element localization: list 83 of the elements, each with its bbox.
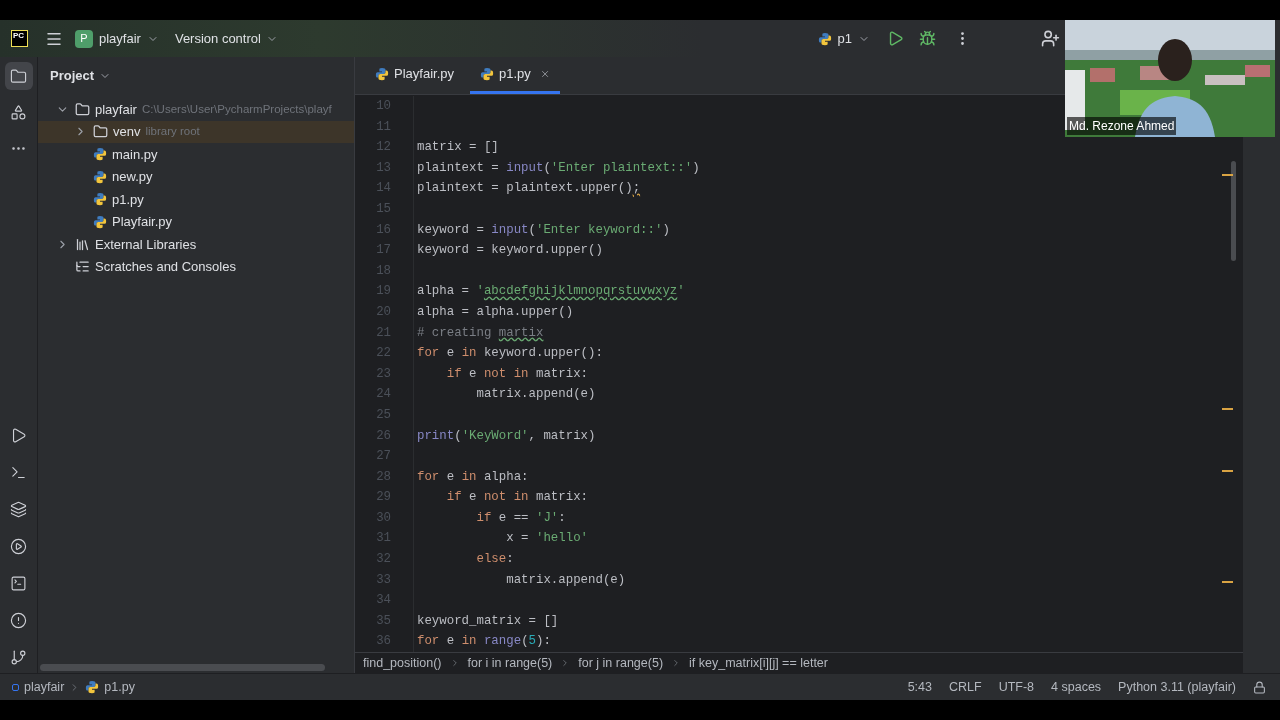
- tree-item[interactable]: venv library root: [38, 120, 354, 143]
- status-item[interactable]: CRLF: [949, 677, 982, 697]
- code-line: x = 'hello': [505, 530, 589, 548]
- python-file-icon: [85, 680, 100, 694]
- item-label: Scratches and Consoles: [95, 258, 236, 276]
- editor-tab[interactable]: p1.py: [470, 57, 560, 94]
- scrollbar-thumb[interactable]: [1231, 161, 1236, 261]
- status-item[interactable]: Python 3.11 (playfair): [1118, 677, 1236, 697]
- code-line: if e == 'J':: [475, 509, 566, 527]
- scratches-icon: [75, 259, 90, 275]
- item-label: Playfair.py: [112, 213, 172, 231]
- module-icon: [12, 683, 19, 691]
- code-line: else:: [475, 551, 514, 569]
- tree-item[interactable]: p1.py: [38, 188, 354, 211]
- editor-tab[interactable]: Playfair.py: [365, 57, 464, 94]
- code-line: if e not in matrix:: [445, 365, 589, 383]
- status-item[interactable]: 4 spaces: [1051, 677, 1102, 697]
- item-hint: library root: [145, 124, 200, 140]
- app-logo: PC: [11, 30, 28, 47]
- python-file-icon: [93, 214, 107, 229]
- code-line: alpha = alpha.upper(): [417, 303, 574, 321]
- item-label: External Libraries: [95, 235, 197, 254]
- code-line: for e in range(5):: [417, 633, 551, 651]
- run-icon[interactable]: [887, 30, 904, 47]
- python-file-icon: [375, 67, 389, 81]
- code-line: plaintext = input('Enter plaintext::'): [417, 159, 700, 177]
- code-line: matrix.append(e): [505, 571, 626, 589]
- python-file-icon: [93, 169, 107, 184]
- folder-icon: [75, 101, 90, 117]
- code-line: matrix = []: [417, 139, 499, 157]
- status-item[interactable]: UTF-8: [998, 677, 1035, 697]
- code-line: for e in alpha:: [417, 468, 529, 486]
- tree-item[interactable]: Scratches and Consoles: [38, 255, 354, 278]
- tree-item[interactable]: Playfair.py: [38, 210, 354, 233]
- vcs-menu[interactable]: Version control: [174, 28, 278, 49]
- breadcrumb[interactable]: find_position(): [363, 653, 442, 673]
- run-config-selector[interactable]: p1: [817, 28, 870, 49]
- item-hint: C:\Users\User\PycharmProjects\playf: [141, 101, 332, 117]
- python-icon: [817, 31, 832, 46]
- item-label: playfair: [95, 100, 137, 119]
- tree-item[interactable]: main.py: [38, 143, 354, 166]
- item-label: new.py: [112, 168, 153, 186]
- add-user-icon[interactable]: [1041, 29, 1060, 48]
- python-file-icon: [480, 67, 494, 81]
- tree-item[interactable]: External Libraries: [38, 233, 354, 256]
- item-label: p1.py: [112, 190, 144, 209]
- code-line: print('KeyWord', matrix): [417, 427, 596, 445]
- python-file-icon: [93, 147, 107, 162]
- code-line: # creating martix: [417, 324, 544, 342]
- scrollbar-thumb[interactable]: [40, 663, 325, 671]
- folder-icon: [93, 124, 108, 140]
- library-icon: [75, 236, 90, 252]
- tree-item[interactable]: new.py: [38, 165, 354, 188]
- item-label: venv: [113, 123, 141, 141]
- warning-mark: [1222, 581, 1233, 583]
- breadcrumb[interactable]: p1.py: [104, 677, 135, 697]
- code-line: keyword_matrix = []: [417, 612, 559, 630]
- project-selector[interactable]: P playfair: [73, 25, 161, 52]
- folder-icon[interactable]: [4, 62, 33, 90]
- code-line: for e in keyword.upper():: [417, 345, 603, 363]
- status-item[interactable]: 5:43: [907, 677, 932, 697]
- participant-name: Md. Rezone Ahmed: [1067, 117, 1177, 135]
- code-line: alpha = 'abcdefghijklmnopqrstuvwxyz': [417, 283, 685, 301]
- breadcrumb[interactable]: if key_matrix[i][j] == letter: [689, 653, 828, 673]
- breadcrumb[interactable]: for i in range(5): [467, 653, 553, 673]
- code-line: plaintext = plaintext.upper();: [417, 180, 641, 198]
- lock-icon[interactable]: [1253, 680, 1266, 694]
- tree-item[interactable]: playfair C:\Users\User\PycharmProjects\playf: [38, 98, 354, 121]
- code-line: if e not in matrix:: [445, 489, 589, 507]
- bug-icon[interactable]: [919, 30, 936, 47]
- breadcrumb[interactable]: for j in range(5): [578, 653, 664, 673]
- project-badge: P: [75, 29, 93, 48]
- code-line: matrix.append(e): [475, 386, 596, 404]
- python-file-icon: [93, 192, 107, 207]
- breadcrumb[interactable]: playfair: [24, 677, 65, 697]
- warning-mark: [1222, 470, 1233, 472]
- panel-title: Project: [50, 67, 95, 86]
- warning-mark: [1222, 174, 1233, 176]
- close-icon[interactable]: [539, 68, 550, 80]
- item-label: main.py: [112, 145, 158, 164]
- warning-mark: [1222, 408, 1233, 410]
- code-line: keyword = input('Enter keyword::'): [417, 221, 670, 239]
- code-line: keyword = keyword.upper(): [417, 242, 603, 260]
